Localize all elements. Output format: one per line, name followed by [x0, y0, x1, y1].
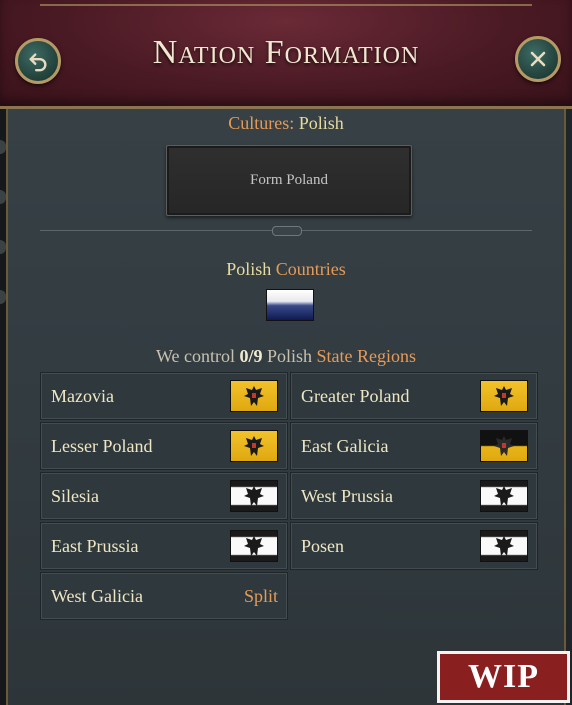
countries-link[interactable]: Countries [276, 259, 346, 279]
countries-culture: Polish [226, 259, 272, 279]
region-silesia[interactable]: Silesia [40, 472, 288, 520]
cultures-line: Cultures: Polish [0, 113, 572, 134]
control-summary: We control 0/9 Polish State Regions [0, 346, 572, 367]
panel-title: Nation Formation [152, 34, 420, 71]
region-name: East Prussia [51, 536, 139, 556]
cultures-value: Polish [298, 113, 344, 133]
region-west-galicia[interactable]: West Galicia Split [40, 572, 288, 620]
countries-heading: Polish Countries [0, 259, 572, 280]
close-icon [528, 49, 548, 69]
back-button[interactable] [15, 38, 61, 84]
region-name: West Galicia [51, 586, 144, 606]
region-name: East Galicia [301, 436, 389, 456]
control-count: 0/9 [239, 346, 263, 366]
prussia-flag [480, 530, 528, 562]
panel-header: Nation Formation [0, 0, 572, 109]
section-divider [40, 226, 532, 236]
close-button[interactable] [515, 36, 561, 82]
gold-eagle-flag [230, 430, 278, 462]
region-name: Mazovia [51, 386, 114, 406]
prussia-flag [230, 530, 278, 562]
region-name: Lesser Poland [51, 436, 153, 456]
gold-eagle-flag [480, 380, 528, 412]
cultures-label: Cultures: [228, 113, 295, 133]
region-posen[interactable]: Posen [290, 522, 538, 570]
prussia-flag [230, 480, 278, 512]
region-name: Silesia [51, 486, 99, 506]
control-culture: Polish [267, 346, 313, 366]
region-name: West Prussia [301, 486, 394, 506]
wip-badge: WIP [437, 651, 570, 703]
state-regions-link[interactable]: State Regions [317, 346, 417, 366]
region-east-prussia[interactable]: East Prussia [40, 522, 288, 570]
prussia-flag [480, 480, 528, 512]
region-mazovia[interactable]: Mazovia [40, 372, 288, 420]
region-east-galicia[interactable]: East Galicia [290, 422, 538, 470]
gold-eagle-flag [230, 380, 278, 412]
region-name: Posen [301, 536, 345, 556]
form-nation-button[interactable]: Form Poland [166, 145, 412, 216]
region-greater-poland[interactable]: Greater Poland [290, 372, 538, 420]
split-status: Split [243, 586, 278, 606]
back-arrow-icon [27, 50, 49, 72]
region-lesser-poland[interactable]: Lesser Poland [40, 422, 288, 470]
region-name: Greater Poland [301, 386, 410, 406]
form-nation-label: Form Poland [250, 172, 328, 188]
black-gold-eagle-flag [480, 430, 528, 462]
region-west-prussia[interactable]: West Prussia [290, 472, 538, 520]
poland-flag[interactable] [266, 289, 314, 321]
control-prefix: We control [155, 346, 235, 366]
